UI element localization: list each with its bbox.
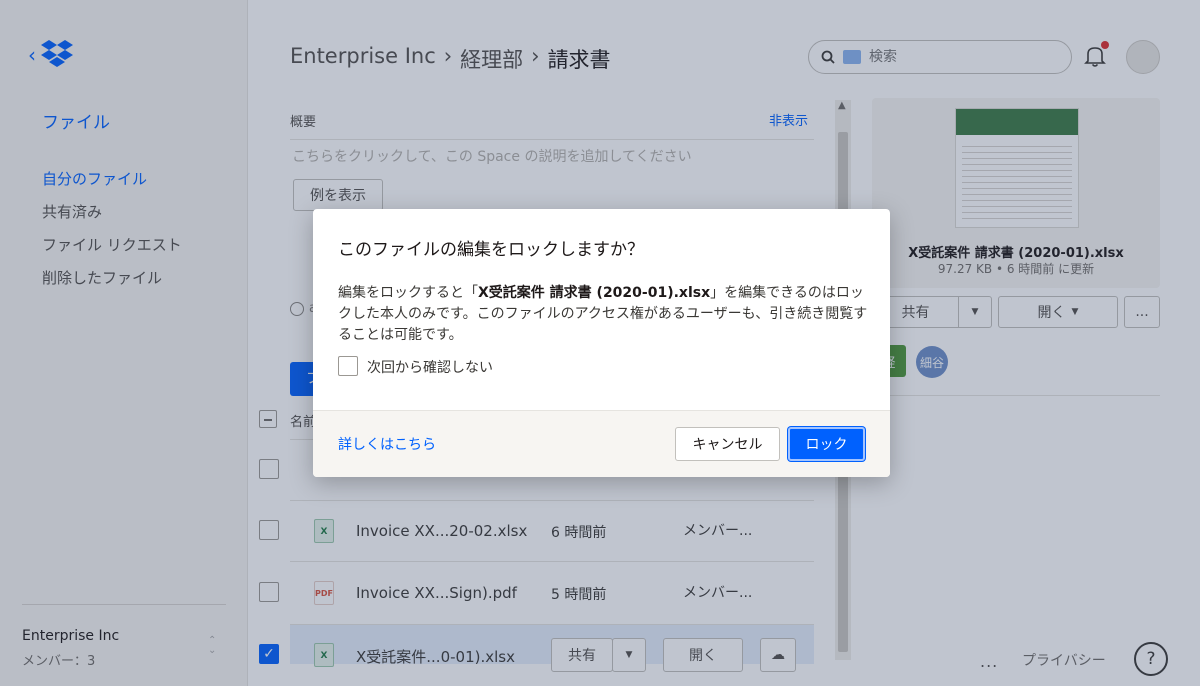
dont-ask-again-checkbox[interactable] <box>338 356 358 376</box>
learn-more-link[interactable]: 詳しくはこちら <box>338 434 436 454</box>
dialog-title: このファイルの編集をロックしますか？ <box>338 240 644 260</box>
dialog-body-prefix: 編集をロックすると「 <box>338 285 478 301</box>
cancel-button[interactable]: キャンセル <box>675 427 780 461</box>
lock-button[interactable]: ロック <box>788 427 865 461</box>
dialog-body-file: X受託案件 請求書 (2020-01).xlsx <box>478 285 711 301</box>
lock-edit-dialog: このファイルの編集をロックしますか？ 編集をロックすると「X受託案件 請求書 (… <box>313 209 890 477</box>
dialog-body: 編集をロックすると「X受託案件 請求書 (2020-01).xlsx」を編集でき… <box>338 283 868 346</box>
dont-ask-again-label[interactable]: 次回から確認しない <box>367 357 493 377</box>
